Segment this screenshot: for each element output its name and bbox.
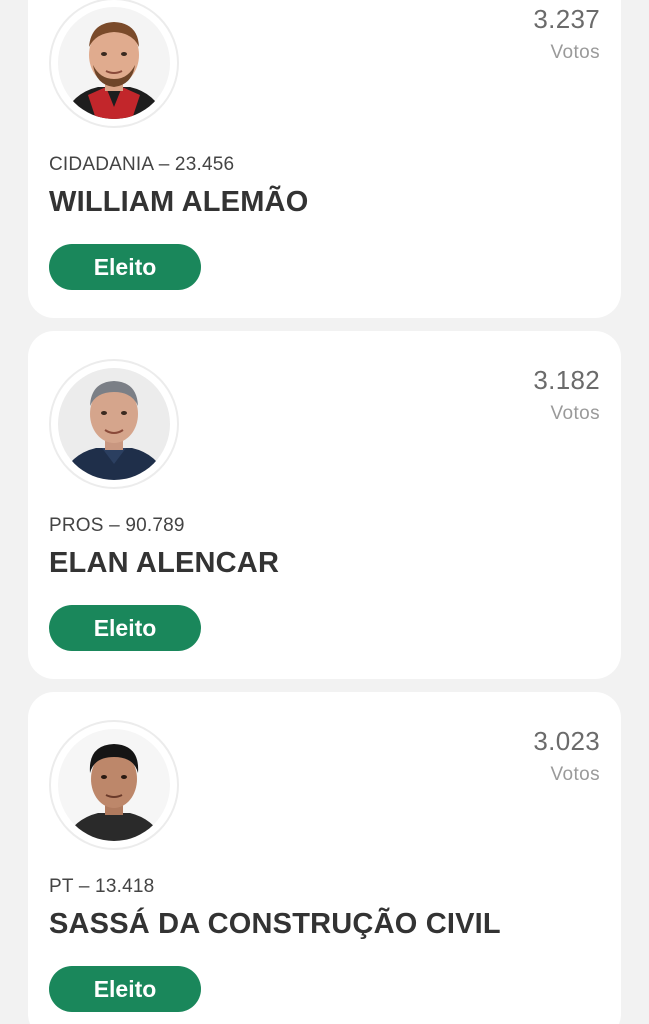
avatar bbox=[49, 0, 179, 128]
votes-label: Votos bbox=[550, 42, 600, 63]
candidate-name: ELAN ALENCAR bbox=[49, 547, 280, 579]
candidate-card[interactable]: 3.237 Votos CIDADANIA – 23.456 WILLIAM A… bbox=[28, 0, 621, 318]
candidate-photo bbox=[58, 729, 170, 841]
party-number: PROS – 90.789 bbox=[49, 515, 185, 536]
candidate-name: WILLIAM ALEMÃO bbox=[49, 186, 309, 218]
votes-count: 3.237 bbox=[533, 4, 600, 34]
avatar bbox=[49, 359, 179, 489]
status-badge: Eleito bbox=[49, 244, 201, 290]
status-badge: Eleito bbox=[49, 966, 201, 1012]
votes-count: 3.182 bbox=[533, 365, 600, 395]
votes-label: Votos bbox=[550, 403, 600, 424]
candidate-card[interactable]: 3.023 Votos PT – 13.418 SASSÁ DA CONSTRU… bbox=[28, 692, 621, 1024]
candidate-name: SASSÁ DA CONSTRUÇÃO CIVIL bbox=[49, 908, 501, 940]
votes-count: 3.023 bbox=[533, 726, 600, 756]
candidate-card[interactable]: 3.182 Votos PROS – 90.789 ELAN ALENCAR E… bbox=[28, 331, 621, 679]
status-badge: Eleito bbox=[49, 605, 201, 651]
party-number: CIDADANIA – 23.456 bbox=[49, 154, 235, 175]
avatar bbox=[49, 720, 179, 850]
votes-label: Votos bbox=[550, 764, 600, 785]
party-number: PT – 13.418 bbox=[49, 876, 155, 897]
candidate-photo bbox=[58, 368, 170, 480]
candidate-photo bbox=[58, 7, 170, 119]
candidates-list: 3.237 Votos CIDADANIA – 23.456 WILLIAM A… bbox=[0, 0, 649, 1024]
